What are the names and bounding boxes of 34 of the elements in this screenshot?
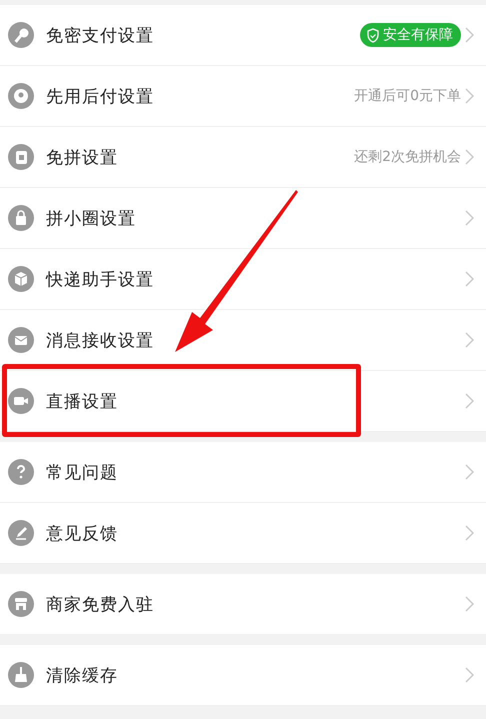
row-label: 免拼设置: [46, 146, 119, 168]
chevron-icon: [465, 271, 474, 287]
camera-icon: [8, 388, 34, 414]
chevron-icon: [465, 149, 474, 165]
row-label: 商家免费入驻: [46, 594, 155, 616]
row-label: 快递助手设置: [46, 268, 155, 290]
chevron-icon: [465, 332, 474, 348]
mail-icon: [8, 327, 34, 353]
chevron-icon: [465, 27, 474, 43]
chevron-icon: [465, 393, 474, 409]
row-label: 意见反馈: [46, 522, 119, 544]
row-label: 拼小圈设置: [46, 208, 137, 230]
row-label: 常见问题: [46, 462, 119, 484]
chevron-icon: [465, 596, 474, 612]
chevron-icon: [465, 525, 474, 541]
card-icon: [8, 144, 34, 170]
row-value: 开通后可0元下单: [354, 87, 461, 105]
chevron-icon: [465, 464, 474, 480]
chevron-icon: [465, 667, 474, 683]
row-label: 直播设置: [46, 390, 119, 412]
chevron-icon: [465, 88, 474, 104]
pencil-icon: [8, 520, 34, 546]
shop-icon: [8, 591, 34, 617]
row-label: 先用后付设置: [46, 86, 155, 108]
row-value: 还剩2次免拼机会: [354, 148, 461, 166]
key-icon: [8, 22, 34, 48]
row-label: 免密支付设置: [46, 24, 155, 46]
box-icon: [8, 266, 34, 292]
security-badge: 安全有保障: [360, 23, 461, 47]
broom-icon: [8, 662, 34, 688]
row-label: 消息接收设置: [46, 330, 155, 352]
row-label: 清除缓存: [46, 664, 119, 686]
question-icon: [8, 459, 34, 485]
chevron-icon: [465, 210, 474, 226]
